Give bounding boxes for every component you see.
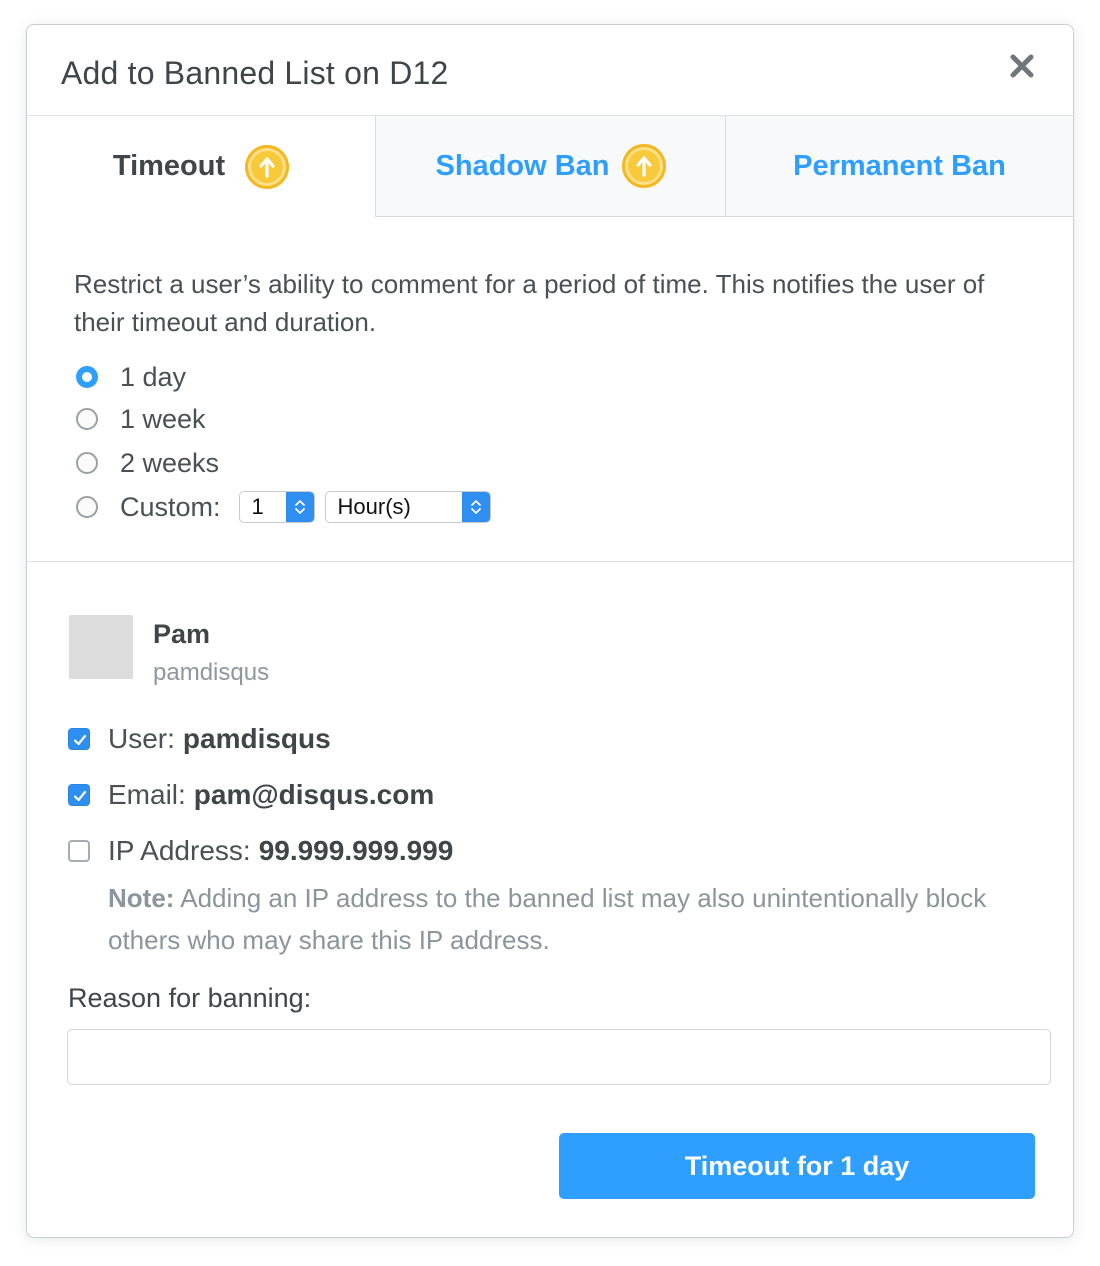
custom-amount-value: 1	[251, 494, 264, 519]
upgrade-arrow-icon	[245, 144, 290, 189]
user-display-name: Pam	[153, 619, 211, 649]
checkbox-checked[interactable]	[68, 784, 90, 806]
note-text: Adding an IP address to the banned list …	[108, 883, 987, 955]
checkbox-label: User:	[108, 723, 175, 754]
radio-button[interactable]	[76, 452, 98, 474]
checkbox-checked[interactable]	[68, 728, 90, 750]
ban-ip-option[interactable]: IP Address: 99.999.999.999	[68, 833, 453, 869]
upgrade-arrow-icon	[621, 144, 666, 188]
checkbox-label: IP Address:	[108, 835, 251, 866]
checkbox-unchecked[interactable]	[68, 840, 90, 862]
checkbox-label: Email:	[108, 779, 186, 810]
radio-label: 1 week	[120, 403, 206, 434]
timeout-description: Restrict a user’s ability to comment for…	[74, 269, 985, 337]
radio-option-1-day[interactable]: 1 day	[74, 359, 186, 395]
ban-user-option[interactable]: User: pamdisqus	[68, 721, 331, 757]
checkbox-value: pamdisqus	[182, 723, 331, 754]
timeout-submit-button[interactable]: Timeout for 1 day	[559, 1133, 1035, 1199]
custom-amount-select[interactable]: 1	[238, 491, 315, 523]
radio-button[interactable]	[76, 496, 98, 518]
ban-email-option[interactable]: Email: pam@disqus.com	[68, 777, 434, 813]
reason-input[interactable]	[67, 1029, 1051, 1085]
tab-shadow-ban[interactable]: Shadow Ban	[376, 116, 726, 217]
radio-button[interactable]	[76, 408, 98, 430]
ip-note: Note: Adding an IP address to the banned…	[108, 877, 1038, 961]
tab-permanent-ban[interactable]: Permanent Ban	[726, 116, 1073, 217]
note-prefix: Note:	[108, 883, 175, 913]
tab-label: Shadow Ban	[435, 149, 610, 182]
avatar	[69, 615, 133, 679]
reason-label: Reason for banning:	[68, 983, 312, 1013]
ban-dialog: Add to Banned List on D12 Timeout Shadow…	[26, 24, 1074, 1238]
checkbox-value: pam@disqus.com	[193, 779, 435, 810]
checkbox-value: 99.999.999.999	[258, 835, 454, 866]
tab-label: Permanent Ban	[793, 149, 1006, 182]
radio-label: 1 day	[120, 361, 187, 392]
radio-button[interactable]	[76, 366, 98, 388]
section-divider	[27, 561, 1073, 562]
user-handle: pamdisqus	[153, 659, 270, 686]
custom-unit-value: Hour(s)	[337, 494, 411, 519]
tab-timeout[interactable]: Timeout	[27, 116, 376, 217]
radio-option-1-week[interactable]: 1 week	[74, 401, 206, 437]
radio-label: 2 weeks	[120, 447, 220, 478]
radio-option-custom[interactable]: Custom: 1 Hour(s)	[74, 489, 491, 525]
close-icon[interactable]	[1007, 51, 1037, 81]
dialog-title: Add to Banned List on D12	[61, 55, 449, 91]
dialog-header: Add to Banned List on D12	[27, 25, 1073, 116]
radio-label: Custom:	[120, 491, 221, 522]
radio-option-2-weeks[interactable]: 2 weeks	[74, 445, 219, 481]
custom-unit-select[interactable]: Hour(s)	[324, 491, 491, 523]
tab-label: Timeout	[112, 150, 226, 182]
select-arrows-icon	[461, 492, 490, 522]
ban-type-tabs: Timeout Shadow Ban Permanent Ban	[27, 116, 1073, 218]
select-arrows-icon	[285, 492, 314, 522]
